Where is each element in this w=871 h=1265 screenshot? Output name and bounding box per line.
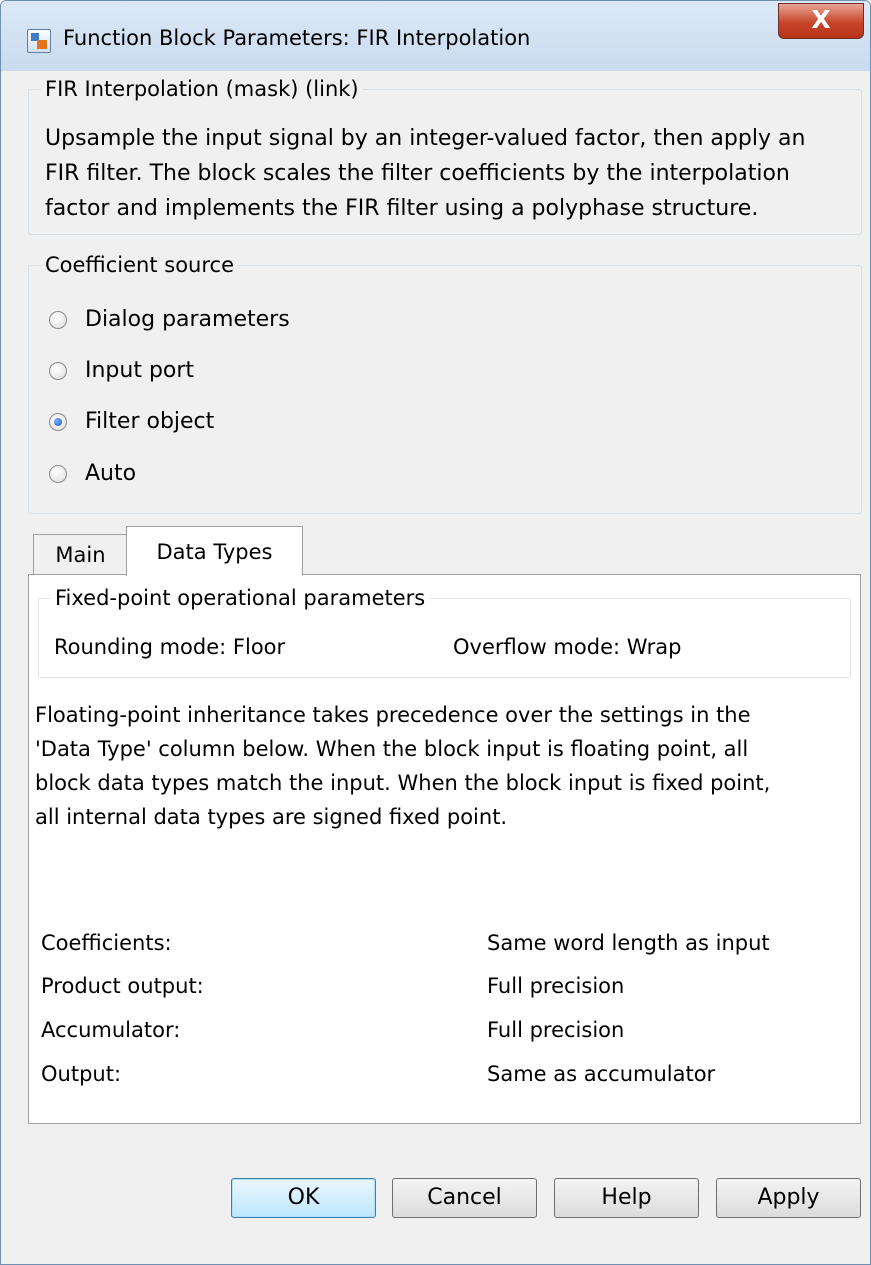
accumulator-value: Full precision — [487, 1018, 625, 1042]
accumulator-label: Accumulator: — [41, 1018, 181, 1042]
coefficients-label: Coefficients: — [41, 931, 172, 955]
radio-label: Auto — [85, 461, 137, 486]
mask-description: Upsample the input signal by an integer-… — [45, 121, 845, 226]
tab-data-types[interactable]: Data Types — [126, 526, 303, 576]
product-output-label: Product output: — [41, 974, 204, 998]
dialog-window: Function Block Parameters: FIR Interpola… — [0, 0, 871, 1265]
radio-label: Filter object — [85, 409, 215, 434]
description-line: Upsample the input signal by an integer-… — [45, 126, 806, 151]
radio-input-port[interactable]: Input port — [49, 358, 349, 388]
apply-button[interactable]: Apply — [716, 1178, 861, 1218]
mask-header: FIR Interpolation (mask) (link) — [41, 77, 363, 101]
radio-label: Dialog parameters — [85, 307, 290, 332]
description-line: factor and implements the FIR filter usi… — [45, 196, 759, 221]
radio-button[interactable] — [49, 311, 67, 329]
ok-button[interactable]: OK — [231, 1178, 376, 1218]
close-icon: X — [811, 5, 831, 34]
simulink-block-icon — [27, 29, 51, 53]
product-output-value: Full precision — [487, 974, 625, 998]
tab-main[interactable]: Main — [33, 534, 128, 574]
cancel-button[interactable]: Cancel — [392, 1178, 537, 1218]
radio-button[interactable] — [49, 362, 67, 380]
help-button[interactable]: Help — [554, 1178, 699, 1218]
description-line: FIR filter. The block scales the filter … — [45, 161, 790, 186]
coefficient-source-label: Coefficient source — [41, 253, 238, 277]
fixed-point-label: Fixed-point operational parameters — [51, 586, 430, 610]
title-bar[interactable]: Function Block Parameters: FIR Interpola… — [1, 1, 870, 71]
radio-filter-object[interactable]: Filter object — [49, 409, 349, 439]
coefficients-value: Same word length as input — [487, 931, 770, 955]
close-button[interactable]: X — [778, 3, 864, 39]
output-label: Output: — [41, 1062, 122, 1086]
radio-auto[interactable]: Auto — [49, 461, 349, 491]
rounding-mode: Rounding mode: Floor — [54, 635, 286, 659]
radio-button[interactable] — [49, 465, 67, 483]
note-line: 'Data Type' column below. When the block… — [35, 737, 749, 761]
output-value: Same as accumulator — [487, 1062, 716, 1086]
overflow-mode: Overflow mode: Wrap — [453, 635, 682, 659]
note-line: Floating-point inheritance takes precede… — [35, 703, 751, 727]
inheritance-note: Floating-point inheritance takes precede… — [35, 698, 850, 834]
radio-dialog-parameters[interactable]: Dialog parameters — [49, 307, 349, 337]
note-line: block data types match the input. When t… — [35, 771, 771, 795]
window-title: Function Block Parameters: FIR Interpola… — [63, 26, 531, 50]
note-line: all internal data types are signed fixed… — [35, 805, 508, 829]
radio-button-selected[interactable] — [49, 413, 67, 431]
radio-label: Input port — [85, 358, 195, 383]
